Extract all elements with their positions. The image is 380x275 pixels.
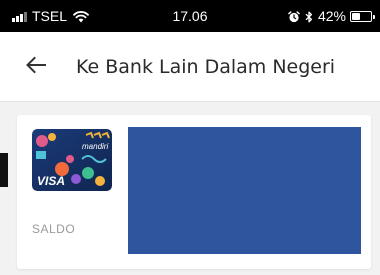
battery-icon — [350, 10, 375, 22]
source-account-card[interactable]: mandiri VISA SALDO — [17, 115, 371, 269]
app-header: Ke Bank Lain Dalam Negeri — [0, 32, 380, 102]
account-details-redacted — [128, 127, 361, 254]
back-button[interactable] — [22, 51, 50, 79]
page-title: Ke Bank Lain Dalam Negeri — [76, 56, 336, 78]
battery-tip — [373, 14, 375, 19]
card-network-label: VISA — [37, 174, 65, 188]
arrow-left-icon — [26, 56, 46, 74]
debit-card-image: mandiri VISA — [32, 129, 112, 191]
alarm-icon — [288, 10, 300, 23]
battery-percent: 42% — [317, 8, 346, 24]
edge-overlay-tab — [0, 153, 8, 187]
status-bar-right: 42% — [288, 0, 375, 32]
bluetooth-icon — [305, 10, 313, 23]
balance-label: SALDO — [32, 222, 76, 236]
card-brand-label: mandiri — [82, 142, 108, 151]
battery-fill — [352, 12, 360, 20]
status-bar: TSEL 17.06 42% — [0, 0, 380, 32]
